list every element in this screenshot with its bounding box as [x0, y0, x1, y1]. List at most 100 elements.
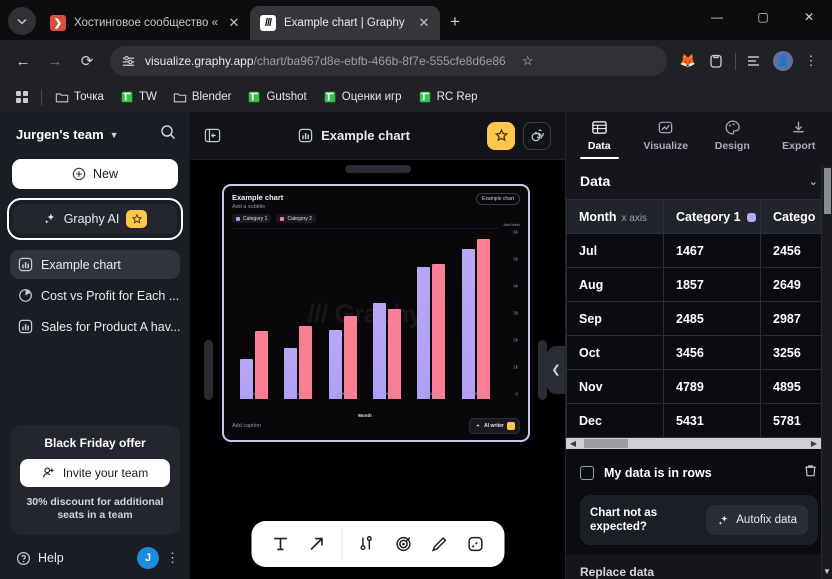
extensions-icon[interactable] — [703, 48, 729, 74]
invite-team-button[interactable]: Invite your team — [20, 458, 170, 487]
cell-category-1[interactable]: 1857 — [663, 267, 761, 303]
close-icon[interactable]: ✕ — [416, 15, 432, 31]
table-row[interactable]: Sep 2485 2987 — [566, 301, 832, 337]
browser-tab-2[interactable]: /// Example chart | Graphy ✕ — [250, 6, 440, 40]
arrow-tool-button[interactable] — [299, 527, 333, 561]
sidebar-item-example-chart[interactable]: Example chart — [10, 250, 180, 279]
legend-item-category-1[interactable]: Category 1 — [232, 214, 272, 223]
bookmark-item[interactable]: Gutshot — [240, 87, 313, 107]
column-header-month[interactable]: Month x axis — [566, 199, 664, 235]
table-row[interactable]: Aug 1857 2649 — [566, 267, 832, 303]
bar-category-2[interactable] — [476, 238, 490, 399]
chevron-down-icon[interactable]: ▼ — [110, 130, 119, 140]
profile-avatar-icon[interactable]: 👤 — [770, 48, 796, 74]
autofix-data-button[interactable]: Autofix data — [706, 505, 808, 535]
chevron-down-icon[interactable]: ⌄ — [809, 175, 818, 188]
site-settings-icon[interactable] — [121, 54, 136, 69]
chart-subtitle[interactable]: Add a subtitle — [232, 204, 283, 210]
column-color-swatch[interactable] — [746, 213, 756, 223]
table-row[interactable]: Jul 1467 2456 — [566, 233, 832, 269]
replace-data-label[interactable]: Replace data — [566, 555, 832, 579]
panel-vertical-scrollbar[interactable]: ▼ — [821, 166, 832, 579]
chart-title[interactable]: Example chart — [232, 193, 283, 202]
target-tool-button[interactable] — [386, 527, 420, 561]
resize-handle-left[interactable] — [204, 339, 213, 400]
cell-month[interactable]: Nov — [566, 369, 664, 405]
cell-category-1[interactable]: 3456 — [663, 335, 761, 371]
bookmark-item[interactable]: Точка — [48, 87, 111, 107]
table-row[interactable]: Oct 3456 3256 — [566, 335, 832, 371]
annotate-tool-button[interactable] — [350, 527, 384, 561]
table-row[interactable]: Nov 4789 4895 — [566, 369, 832, 405]
tab-export[interactable]: Export — [766, 112, 832, 159]
search-icon[interactable] — [160, 124, 176, 145]
star-button[interactable] — [487, 121, 515, 150]
cell-month[interactable]: Aug — [566, 267, 664, 303]
bar-category-1[interactable] — [373, 303, 387, 399]
bar-group[interactable]: Oct — [373, 233, 402, 399]
data-section-header[interactable]: Data ⌄ — [566, 159, 832, 199]
scroll-thumb[interactable] — [824, 168, 831, 214]
tab-visualize[interactable]: Visualize — [633, 112, 700, 159]
sidebar-item-cost-vs-profit[interactable]: Cost vs Profit for Each ... — [10, 281, 180, 310]
bookmark-item[interactable]: RC Rep — [411, 87, 485, 107]
cell-month[interactable]: Oct — [566, 335, 664, 371]
close-icon[interactable]: ✕ — [226, 15, 242, 31]
sidebar-item-sales-product-a[interactable]: Sales for Product A hav... — [10, 312, 180, 341]
extension-fox-icon[interactable]: 🦊 — [675, 48, 701, 74]
tab-design[interactable]: Design — [699, 112, 766, 159]
cell-month[interactable]: Jul — [566, 233, 664, 269]
table-row[interactable]: Dec 5431 5781 — [566, 403, 832, 439]
bookmark-item[interactable]: TW — [113, 87, 164, 107]
bar-category-2[interactable] — [299, 325, 313, 399]
cell-month[interactable]: Dec — [566, 403, 664, 439]
maximize-icon[interactable]: ▢ — [740, 0, 786, 34]
highlighter-tool-button[interactable] — [422, 527, 456, 561]
bookmark-item[interactable]: Оценки игр — [316, 87, 409, 107]
bar-group[interactable]: Aug — [284, 233, 313, 399]
my-data-is-in-rows-checkbox[interactable] — [580, 466, 594, 480]
cell-category-1[interactable]: 4789 — [663, 369, 761, 405]
reading-list-icon[interactable] — [742, 48, 768, 74]
ai-writer-button[interactable]: AI writer — [468, 418, 520, 434]
bar-category-2[interactable] — [343, 316, 357, 399]
panel-toggle-button[interactable]: ❮ — [547, 345, 565, 394]
duplicate-button[interactable] — [523, 121, 551, 150]
bar-category-1[interactable] — [461, 248, 475, 399]
scroll-thumb[interactable] — [584, 439, 628, 449]
panel-collapse-icon[interactable] — [204, 127, 221, 144]
shape-tool-button[interactable] — [458, 527, 492, 561]
cell-category-1[interactable]: 1467 — [663, 233, 761, 269]
bar-category-2[interactable] — [388, 308, 402, 399]
bookmark-item[interactable]: Blender — [166, 87, 239, 107]
canvas-title[interactable]: Example chart — [298, 128, 410, 143]
minimize-icon[interactable]: — — [694, 0, 740, 34]
bar-category-2[interactable] — [255, 331, 269, 399]
reload-icon[interactable]: ⟳ — [72, 46, 102, 76]
resize-handle-right[interactable] — [538, 339, 547, 400]
chart-caption[interactable]: Add caption — [232, 423, 261, 429]
bar-group[interactable]: Jul — [240, 233, 269, 399]
y-axis-title[interactable]: Add label — [503, 222, 520, 227]
bar-group[interactable]: Dec — [461, 233, 490, 399]
apps-shortcut[interactable] — [9, 88, 35, 106]
bar-category-1[interactable] — [328, 330, 342, 399]
bookmark-star-icon[interactable]: ☆ — [515, 48, 541, 74]
trash-icon[interactable] — [803, 463, 818, 483]
browser-menu-icon[interactable]: ⋮ — [798, 48, 824, 74]
bar-category-1[interactable] — [417, 266, 431, 399]
address-bar[interactable]: visualize.graphy.app/chart/ba967d8e-ebfb… — [110, 46, 667, 76]
cell-category-1[interactable]: 2485 — [663, 301, 761, 337]
column-header-category-1[interactable]: Category 1 — [663, 199, 761, 235]
resize-handle-top[interactable] — [344, 165, 411, 173]
table-horizontal-scrollbar[interactable]: ◀ ▶ — [566, 438, 821, 449]
tab-data[interactable]: Data — [566, 112, 633, 160]
scroll-right-arrow-icon[interactable]: ▶ — [807, 439, 821, 448]
scroll-left-arrow-icon[interactable]: ◀ — [566, 439, 580, 448]
graphy-ai-button[interactable]: Graphy AI — [13, 204, 177, 234]
cell-category-1[interactable]: 5431 — [663, 403, 761, 439]
bar-category-2[interactable] — [432, 263, 446, 399]
new-tab-button[interactable]: + — [450, 12, 460, 32]
more-options-icon[interactable]: ⋮ — [166, 550, 179, 566]
close-window-icon[interactable]: ✕ — [786, 0, 832, 34]
